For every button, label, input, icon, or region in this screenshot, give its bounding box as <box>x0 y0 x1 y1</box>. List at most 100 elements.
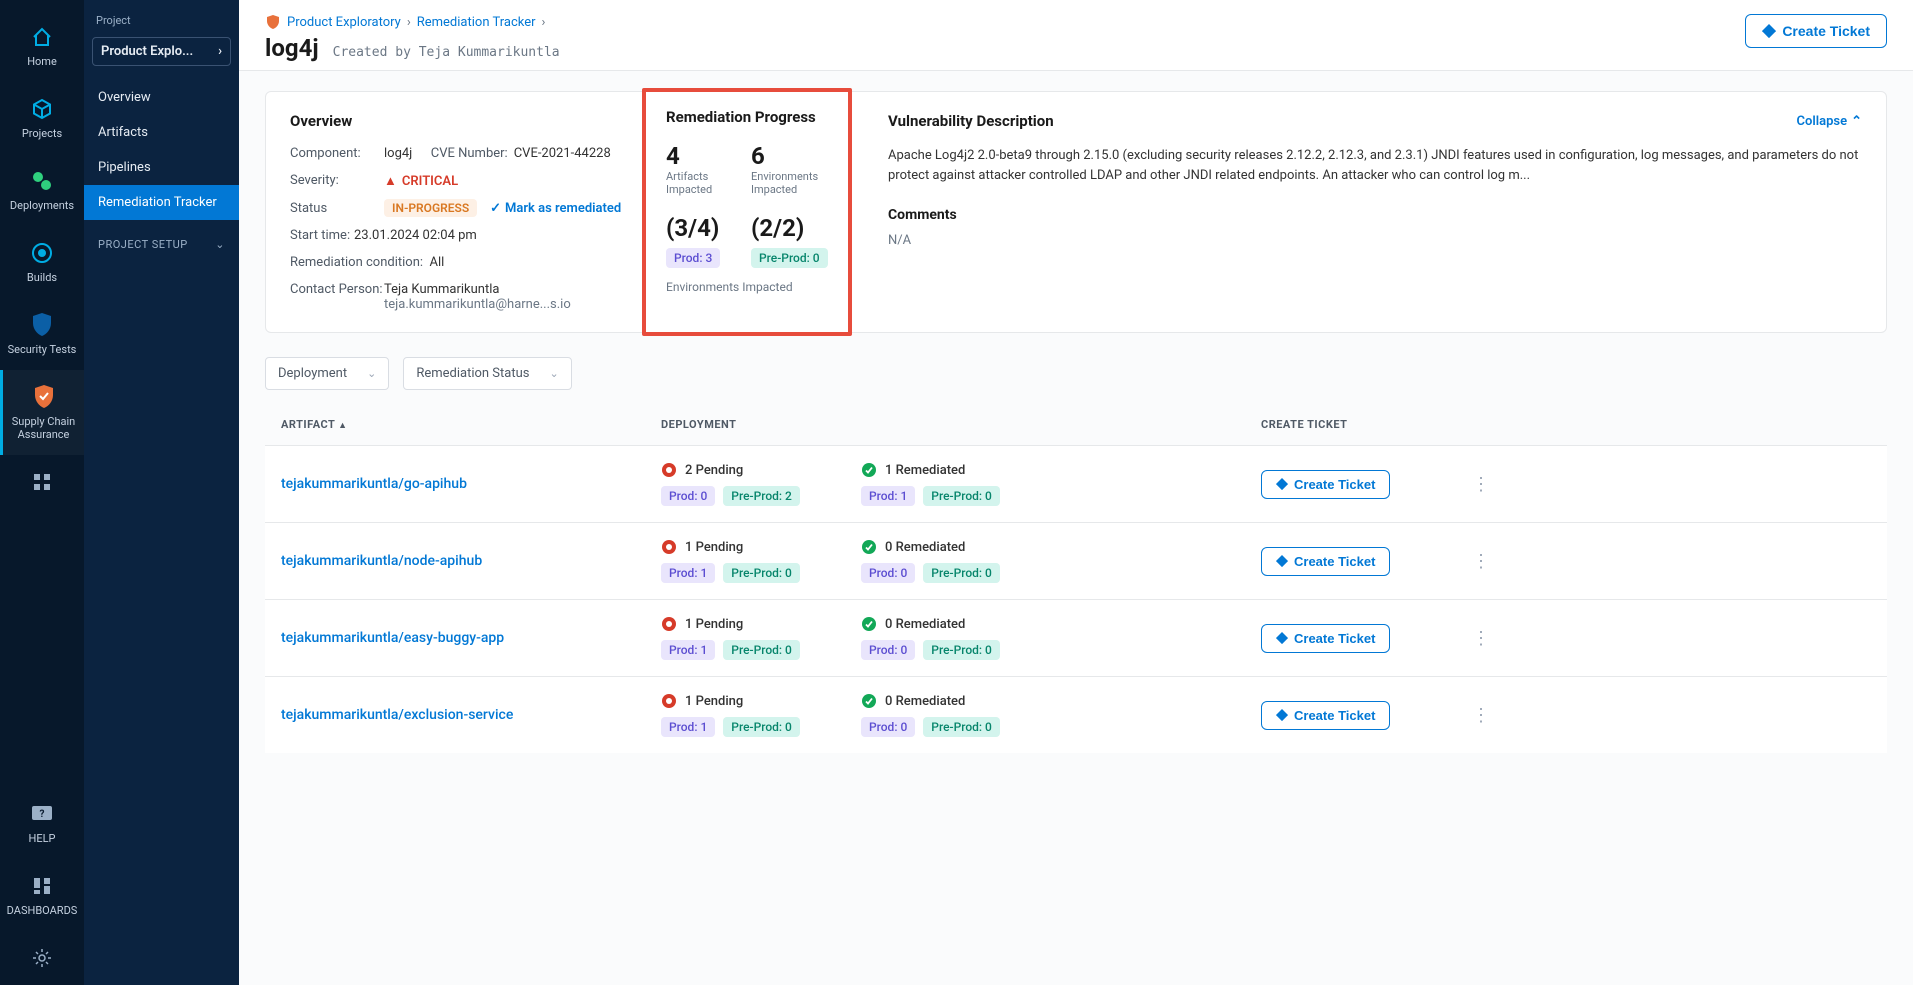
main-content: Product Exploratory › Remediation Tracke… <box>239 0 1913 985</box>
deployment-filter[interactable]: Deployment ⌄ <box>265 357 389 390</box>
nav-settings[interactable] <box>0 931 84 985</box>
pending-cell: 1 Pending Prod: 1 Pre-Prod: 0 <box>661 693 861 737</box>
sidebar-item-overview[interactable]: Overview <box>84 80 239 115</box>
row-create-ticket-button[interactable]: Create Ticket <box>1261 547 1390 576</box>
filter-bar: Deployment ⌄ Remediation Status ⌄ <box>265 357 1887 390</box>
pending-icon <box>661 462 677 478</box>
row-create-ticket-button[interactable]: Create Ticket <box>1261 624 1390 653</box>
sidebar-item-pipelines[interactable]: Pipelines <box>84 150 239 185</box>
nav-supply-chain-assurance[interactable]: Supply Chain Assurance <box>0 370 84 454</box>
diamond-icon <box>1276 555 1288 567</box>
home-icon <box>29 24 55 50</box>
progress-heading: Remediation Progress <box>666 108 828 126</box>
mark-as-remediated-link[interactable]: ✓ Mark as remediated <box>490 201 621 216</box>
grid-icon <box>29 469 55 495</box>
chevron-up-icon: ⌃ <box>1851 114 1862 129</box>
gear-icon <box>29 945 55 971</box>
table-row: tejakummarikuntla/exclusion-service 1 Pe… <box>265 676 1887 753</box>
artifact-link[interactable]: tejakummarikuntla/easy-buggy-app <box>281 630 661 646</box>
dashboard-icon <box>29 873 55 899</box>
create-ticket-button[interactable]: Create Ticket <box>1745 14 1887 48</box>
chevron-down-icon: ⌄ <box>215 238 225 251</box>
comments-value: N/A <box>888 233 1862 248</box>
pending-preprod-pill: Pre-Prod: 0 <box>723 640 800 660</box>
warning-icon: ▲ <box>384 173 397 189</box>
sidebar-item-remediation-tracker[interactable]: Remediation Tracker <box>84 185 239 220</box>
remediated-preprod-pill: Pre-Prod: 0 <box>923 640 1000 660</box>
nav-deployments[interactable]: Deployments <box>0 154 84 226</box>
pending-preprod-pill: Pre-Prod: 2 <box>723 486 800 506</box>
prod-badge: Prod: 3 <box>666 248 720 268</box>
pending-prod-pill: Prod: 0 <box>661 486 715 506</box>
table-header: ARTIFACT DEPLOYMENT CREATE TICKET <box>265 404 1887 445</box>
cube-icon <box>29 96 55 122</box>
row-create-ticket-button[interactable]: Create Ticket <box>1261 701 1390 730</box>
overview-heading: Overview <box>290 112 622 130</box>
contact-person-label: Contact Person: <box>290 282 384 312</box>
row-create-ticket-button[interactable]: Create Ticket <box>1261 470 1390 499</box>
artifact-link[interactable]: tejakummarikuntla/exclusion-service <box>281 707 661 723</box>
success-icon <box>861 616 877 632</box>
diamond-icon <box>1276 478 1288 490</box>
page-author: Created by Teja Kummarikuntla <box>333 45 560 60</box>
pending-icon <box>661 693 677 709</box>
row-more-menu[interactable]: ⋮ <box>1461 551 1501 572</box>
th-deployment[interactable]: DEPLOYMENT <box>661 418 861 431</box>
remediated-prod-pill: Prod: 1 <box>861 486 915 506</box>
collapse-toggle[interactable]: Collapse ⌃ <box>1797 114 1863 129</box>
remediated-cell: 0 Remediated Prod: 0 Pre-Prod: 0 <box>861 693 1261 737</box>
row-more-menu[interactable]: ⋮ <box>1461 705 1501 726</box>
success-icon <box>861 693 877 709</box>
breadcrumb-product-exploratory[interactable]: Product Exploratory <box>287 15 401 30</box>
breadcrumb-remediation-tracker[interactable]: Remediation Tracker <box>417 15 536 30</box>
overview-card: Overview Component: log4j CVE Number: CV… <box>266 92 646 332</box>
nav-home[interactable]: Home <box>0 10 84 82</box>
project-selector[interactable]: Product Explo... › <box>92 37 231 66</box>
nav-help[interactable]: ? HELP <box>0 787 84 859</box>
pending-cell: 2 Pending Prod: 0 Pre-Prod: 2 <box>661 462 861 506</box>
pending-preprod-pill: Pre-Prod: 0 <box>723 563 800 583</box>
preprod-badge: Pre-Prod: 0 <box>751 248 828 268</box>
nav-grid[interactable] <box>0 455 84 509</box>
sidebar-item-artifacts[interactable]: Artifacts <box>84 115 239 150</box>
sidebar-group-project-setup[interactable]: PROJECT SETUP ⌄ <box>84 220 239 259</box>
project-sidebar: Project Product Explo... › Overview Arti… <box>84 0 239 985</box>
summary-cards: Overview Component: log4j CVE Number: CV… <box>265 91 1887 333</box>
chevron-down-icon: ⌄ <box>367 367 376 380</box>
row-more-menu[interactable]: ⋮ <box>1461 474 1501 495</box>
environments-impacted-footer: Environments Impacted <box>666 280 828 294</box>
chevron-right-icon: › <box>218 44 222 59</box>
vulnerability-card: Vulnerability Description Collapse ⌃ Apa… <box>848 92 1886 332</box>
nav-dashboards[interactable]: DASHBOARDS <box>0 859 84 931</box>
pending-icon <box>661 539 677 555</box>
breadcrumb: Product Exploratory › Remediation Tracke… <box>265 14 560 30</box>
remediated-prod-pill: Prod: 0 <box>861 640 915 660</box>
nav-rail: Home Projects Deployments Builds Securit… <box>0 0 84 985</box>
th-artifact[interactable]: ARTIFACT <box>281 418 661 431</box>
severity-value: ▲ CRITICAL <box>384 173 622 189</box>
cve-label: CVE Number: <box>431 146 508 161</box>
artifact-link[interactable]: tejakummarikuntla/go-apihub <box>281 476 661 492</box>
component-label: Component: <box>290 146 384 161</box>
diamond-icon <box>1762 24 1776 38</box>
vuln-heading: Vulnerability Description <box>888 112 1054 130</box>
start-time-value: 23.01.2024 02:04 pm <box>354 228 622 243</box>
table-row: tejakummarikuntla/easy-buggy-app 1 Pendi… <box>265 599 1887 676</box>
remediation-status-filter[interactable]: Remediation Status ⌄ <box>403 357 571 390</box>
environments-impacted-label: Environments Impacted <box>751 170 828 196</box>
status-label: Status <box>290 201 384 216</box>
remediated-preprod-pill: Pre-Prod: 0 <box>923 717 1000 737</box>
nav-projects[interactable]: Projects <box>0 82 84 154</box>
svg-text:?: ? <box>40 809 45 820</box>
remediated-cell: 1 Remediated Prod: 1 Pre-Prod: 0 <box>861 462 1261 506</box>
nav-builds[interactable]: Builds <box>0 226 84 298</box>
status-badge: IN-PROGRESS <box>384 199 477 217</box>
remediated-cell: 0 Remediated Prod: 0 Pre-Prod: 0 <box>861 539 1261 583</box>
pending-cell: 1 Pending Prod: 1 Pre-Prod: 0 <box>661 616 861 660</box>
project-header-label: Project <box>84 10 239 37</box>
pending-prod-pill: Prod: 1 <box>661 717 715 737</box>
chevron-down-icon: ⌄ <box>549 367 558 380</box>
artifact-link[interactable]: tejakummarikuntla/node-apihub <box>281 553 661 569</box>
row-more-menu[interactable]: ⋮ <box>1461 628 1501 649</box>
nav-security-tests[interactable]: Security Tests <box>0 298 84 370</box>
